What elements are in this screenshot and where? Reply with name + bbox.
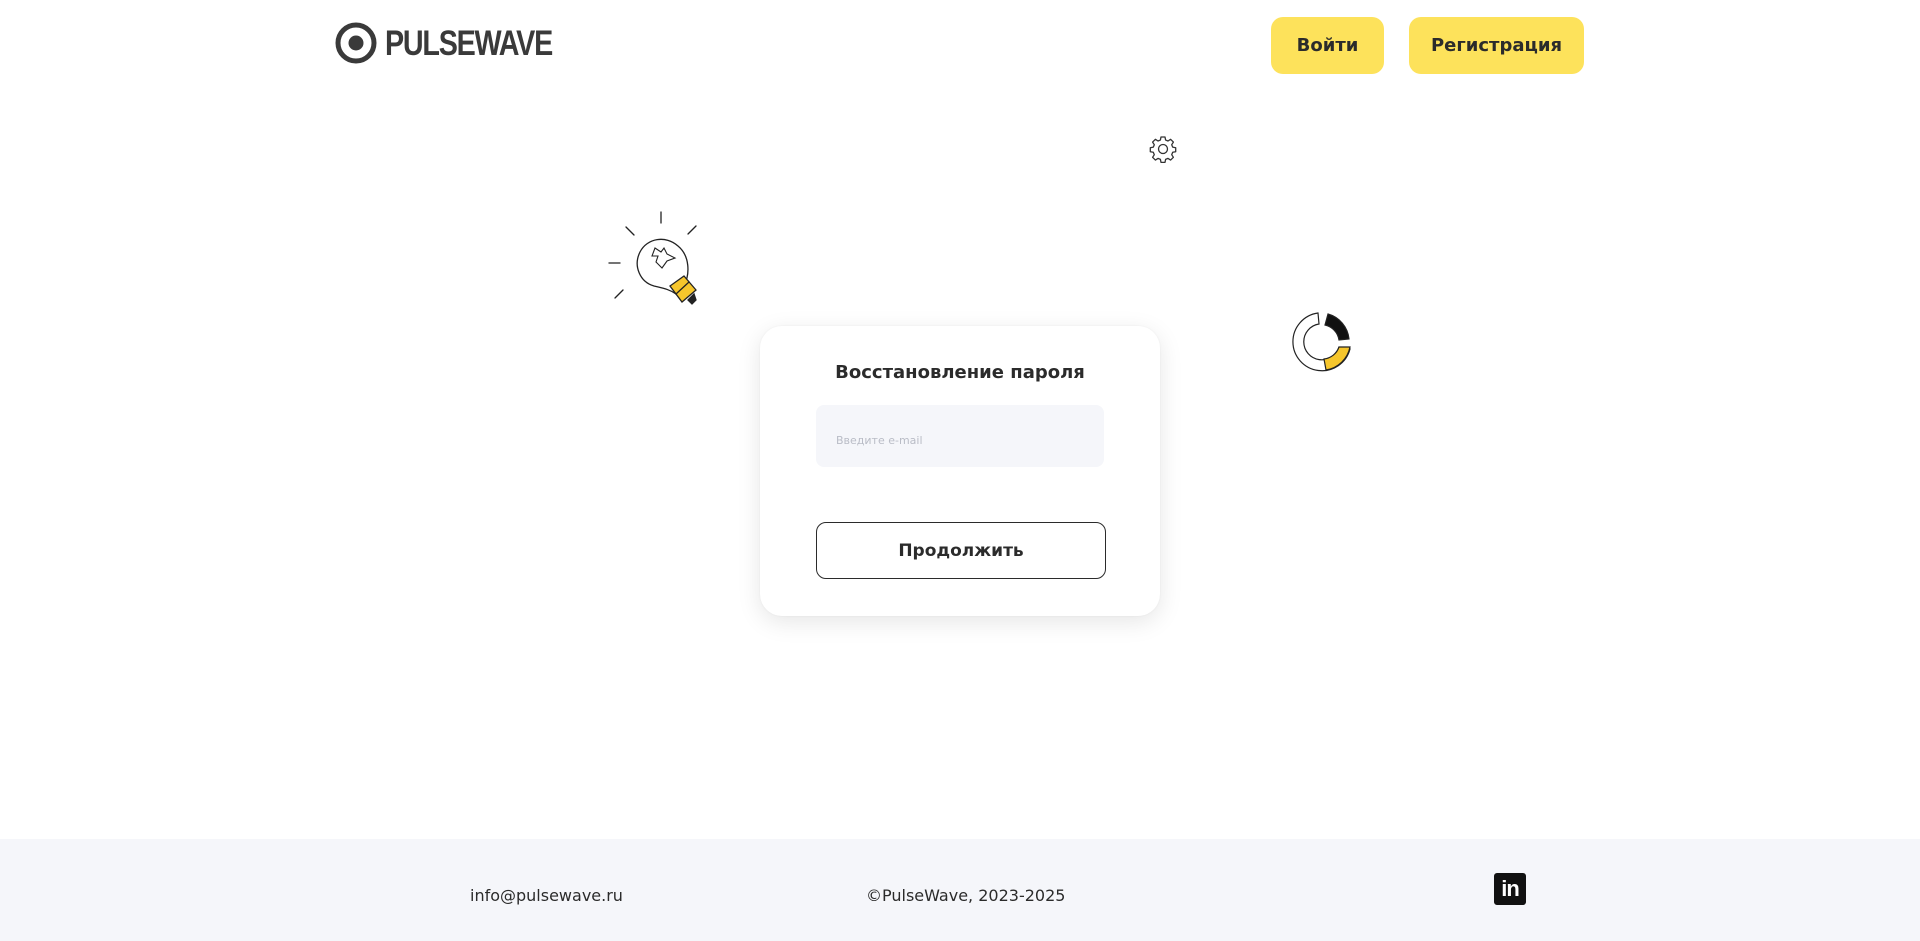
donut-chart-icon [1292,312,1351,372]
password-recovery-card: Восстановление пароля Продолжить [760,326,1160,616]
linkedin-icon[interactable]: in [1494,873,1526,905]
lightbulb-icon [608,211,697,305]
footer-copyright: ©PulseWave, 2023-2025 [866,886,1066,905]
footer-email-link[interactable]: info@pulsewave.ru [470,886,623,905]
logo[interactable]: PULSEWAVE [335,21,589,65]
card-title: Восстановление пароля [835,362,1085,383]
email-input[interactable] [816,405,1104,467]
footer: info@pulsewave.ru ©PulseWave, 2023-2025 … [0,839,1920,941]
header: PULSEWAVE Войти Регистрация [0,0,1920,92]
gear-icon [1149,136,1177,164]
logo-text: PULSEWAVE [385,23,553,63]
login-button[interactable]: Войти [1271,17,1384,74]
logo-target-icon [335,22,377,64]
continue-button[interactable]: Продолжить [816,522,1106,579]
register-button[interactable]: Регистрация [1409,17,1584,74]
